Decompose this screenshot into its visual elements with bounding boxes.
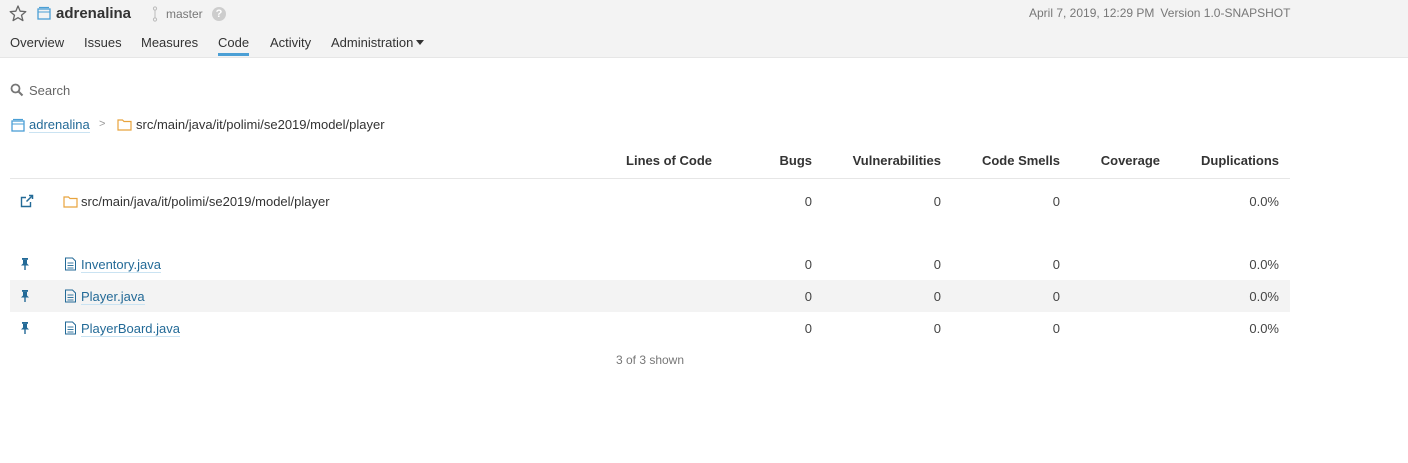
duplications-value[interactable]: 0.0%	[1179, 321, 1279, 336]
pin-icon[interactable]	[20, 289, 30, 303]
search-icon	[10, 83, 24, 97]
project-version: Version 1.0-SNAPSHOT	[1160, 6, 1291, 20]
table-header-divider	[10, 178, 1290, 179]
vulnerabilities-value[interactable]: 0	[841, 257, 941, 272]
column-header-bugs[interactable]: Bugs	[712, 153, 813, 168]
column-header-code-smells[interactable]: Code Smells	[950, 153, 1060, 168]
tab-activity[interactable]: Activity	[270, 35, 311, 50]
table-row: Inventory.java 0 0 0 0.0%	[10, 248, 1290, 280]
file-link[interactable]: Inventory.java	[81, 257, 161, 273]
column-header-lines-of-code[interactable]: Lines of Code	[612, 153, 712, 168]
vulnerabilities-value[interactable]: 0	[841, 194, 941, 209]
external-link-icon[interactable]	[20, 194, 34, 208]
column-header-coverage[interactable]: Coverage	[1060, 153, 1160, 168]
folder-icon	[117, 118, 132, 131]
caret-down-icon	[416, 40, 425, 46]
file-link[interactable]: Player.java	[81, 289, 145, 305]
column-header-duplications[interactable]: Duplications	[1169, 153, 1279, 168]
breadcrumb-current-path: src/main/java/it/polimi/se2019/model/pla…	[136, 117, 385, 132]
project-icon	[37, 6, 51, 20]
code-smells-value[interactable]: 0	[960, 257, 1060, 272]
code-smells-value[interactable]: 0	[960, 289, 1060, 304]
analysis-meta: April 7, 2019, 12:29 PM Version 1.0-SNAPS…	[1029, 6, 1290, 20]
duplications-value[interactable]: 0.0%	[1179, 194, 1279, 209]
breadcrumb-separator: >	[99, 118, 106, 130]
column-header-vulnerabilities[interactable]: Vulnerabilities	[821, 153, 941, 168]
folder-icon	[63, 195, 78, 208]
tab-overview[interactable]: Overview	[10, 35, 64, 50]
project-header: adrenalina master ? April 7, 2019, 12:29…	[0, 0, 1408, 58]
table-row-base: src/main/java/it/polimi/se2019/model/pla…	[10, 185, 1290, 217]
table-row: Player.java 0 0 0 0.0%	[10, 280, 1290, 312]
analysis-date: April 7, 2019, 12:29 PM	[1029, 6, 1155, 20]
star-icon[interactable]	[9, 5, 27, 22]
code-smells-value[interactable]: 0	[960, 321, 1060, 336]
pin-icon[interactable]	[20, 321, 30, 335]
vulnerabilities-value[interactable]: 0	[841, 321, 941, 336]
file-icon	[64, 321, 77, 335]
bugs-value[interactable]: 0	[712, 289, 812, 304]
tab-administration-label: Administration	[331, 35, 414, 50]
branch-name: master	[166, 7, 203, 21]
bugs-value[interactable]: 0	[712, 321, 812, 336]
tab-administration[interactable]: Administration	[331, 35, 425, 50]
tab-issues[interactable]: Issues	[84, 35, 122, 50]
branch-icon	[150, 6, 160, 22]
tab-code[interactable]: Code	[218, 35, 250, 56]
breadcrumb-root-link[interactable]: adrenalina	[29, 117, 90, 133]
duplications-value[interactable]: 0.0%	[1179, 257, 1279, 272]
vulnerabilities-value[interactable]: 0	[841, 289, 941, 304]
project-icon	[11, 118, 25, 132]
bugs-value[interactable]: 0	[712, 257, 812, 272]
shown-count: 3 of 3 shown	[615, 353, 685, 367]
table-row: PlayerBoard.java 0 0 0 0.0%	[10, 312, 1290, 344]
file-icon	[64, 289, 77, 303]
base-directory-name: src/main/java/it/polimi/se2019/model/pla…	[81, 194, 330, 209]
tab-measures[interactable]: Measures	[141, 35, 198, 50]
duplications-value[interactable]: 0.0%	[1179, 289, 1279, 304]
pin-icon[interactable]	[20, 257, 30, 271]
code-smells-value[interactable]: 0	[960, 194, 1060, 209]
bugs-value[interactable]: 0	[712, 194, 812, 209]
search-input[interactable]: Search	[29, 83, 70, 98]
file-link[interactable]: PlayerBoard.java	[81, 321, 180, 337]
help-icon[interactable]: ?	[212, 7, 226, 21]
project-name[interactable]: adrenalina	[56, 5, 131, 22]
file-icon	[64, 257, 77, 271]
